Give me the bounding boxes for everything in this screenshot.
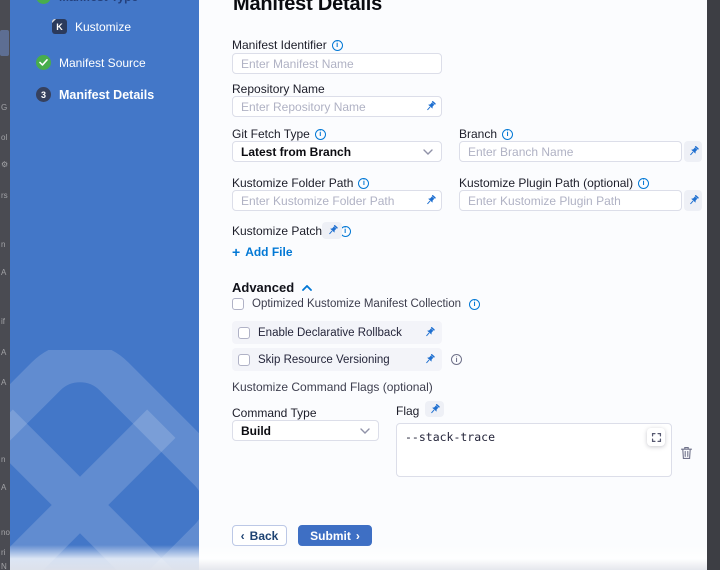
pin-icon[interactable] xyxy=(423,353,436,366)
pin-icon xyxy=(687,194,700,207)
chevron-up-icon xyxy=(302,285,312,291)
command-type-value: Build xyxy=(241,424,271,438)
pin-icon xyxy=(326,224,339,237)
pin-icon[interactable] xyxy=(423,326,436,339)
kustomize-icon: K xyxy=(52,19,67,34)
clipped-text-fragment: if xyxy=(1,317,5,326)
manifest-identifier-field xyxy=(232,53,442,74)
chevron-right-icon: › xyxy=(356,530,360,542)
step-label: Manifest Details xyxy=(59,88,154,102)
command-type-select[interactable]: Build xyxy=(232,420,379,441)
pin-icon xyxy=(687,145,700,158)
back-button[interactable]: ‹ Back xyxy=(232,525,287,546)
sidebar-step-manifest-source[interactable]: Manifest Source xyxy=(36,55,146,70)
kustomize-plugin-path-field xyxy=(459,190,682,211)
clipped-text-fragment: N xyxy=(1,562,7,570)
declarative-rollback-row: Enable Declarative Rollback xyxy=(232,321,442,344)
delete-flag-button[interactable] xyxy=(680,446,694,461)
kustomize-patches-pin-button[interactable] xyxy=(322,222,342,239)
command-type-label: Command Type xyxy=(232,406,317,420)
pin-icon xyxy=(428,403,441,416)
git-fetch-type-label: Git Fetch Type i xyxy=(232,127,326,141)
check-circle-icon xyxy=(36,55,51,70)
chevron-left-icon: ‹ xyxy=(241,530,245,542)
kustomize-folder-path-input[interactable] xyxy=(241,194,419,208)
flag-pin-button[interactable] xyxy=(425,401,444,417)
branch-pin-button[interactable] xyxy=(684,141,702,162)
step-label: Manifest Source xyxy=(59,56,146,70)
chevron-down-icon xyxy=(423,149,433,155)
flag-value: --stack-trace xyxy=(405,430,495,444)
clipped-text-fragment: ri xyxy=(1,548,5,557)
clipped-logo-fragment xyxy=(0,30,9,56)
optimized-collection-row: Optimized Kustomize Manifest Collection … xyxy=(232,298,480,310)
flag-label: Flag xyxy=(396,404,419,418)
underlying-page-left-edge: Gol ⚙ rs n Aif A An Ano ri N xyxy=(0,0,10,570)
clipped-text-fragment: ol xyxy=(1,133,7,142)
trash-icon xyxy=(680,446,693,460)
step-label: Kustomize xyxy=(75,20,131,34)
flag-textarea[interactable]: --stack-trace xyxy=(396,423,672,477)
manifest-details-panel: Manifest Details Manifest Identifier i R… xyxy=(199,0,707,570)
sidebar-step-manifest-details[interactable]: 3 Manifest Details xyxy=(36,87,154,102)
clipped-text-fragment: A xyxy=(1,348,6,357)
command-flags-label: Kustomize Command Flags (optional) xyxy=(232,380,433,394)
branch-field xyxy=(459,141,682,162)
clipped-text-fragment: A xyxy=(1,378,6,387)
submit-button[interactable]: Submit › xyxy=(298,525,372,546)
sidebar-step-manifest-type[interactable]: Manifest Type xyxy=(36,0,138,4)
kustomize-folder-path-label: Kustomize Folder Path i xyxy=(232,176,369,190)
branch-input[interactable] xyxy=(468,145,673,159)
manifest-details-page: Gol ⚙ rs n Aif A An Ano ri N Manifest Type K Kust… xyxy=(0,0,720,570)
page-title: Manifest Details xyxy=(233,0,382,16)
harness-logo-watermark xyxy=(10,350,199,570)
expand-icon xyxy=(651,432,662,443)
manifest-identifier-input[interactable] xyxy=(241,57,433,71)
info-icon[interactable]: i xyxy=(315,129,326,140)
info-icon[interactable]: i xyxy=(638,178,649,189)
pin-icon[interactable] xyxy=(424,194,437,207)
skip-versioning-checkbox[interactable] xyxy=(238,354,250,366)
step-label: Manifest Type xyxy=(59,0,138,4)
pin-icon[interactable] xyxy=(424,100,437,113)
info-icon[interactable]: i xyxy=(502,129,513,140)
chevron-down-icon xyxy=(360,428,370,434)
wizard-sidebar: Manifest Type K Kustomize Manifest Sourc… xyxy=(10,0,199,570)
clipped-text-fragment: n xyxy=(1,455,5,464)
plus-icon: + xyxy=(232,245,240,259)
info-icon[interactable]: i xyxy=(358,178,369,189)
kustomize-plugin-path-pin-button[interactable] xyxy=(684,190,702,211)
underlying-page-right-edge xyxy=(707,0,720,570)
clipped-text-fragment: G xyxy=(1,103,7,112)
clipped-text-fragment: A xyxy=(1,483,6,492)
clipped-text-fragment: no xyxy=(1,528,10,537)
info-icon[interactable]: i xyxy=(469,299,480,310)
kustomize-plugin-path-label: Kustomize Plugin Path (optional) i xyxy=(459,176,649,190)
expand-button[interactable] xyxy=(647,428,665,446)
clipped-text-fragment: ⚙ xyxy=(1,160,8,169)
check-circle-icon xyxy=(36,0,51,4)
clipped-text-fragment: n xyxy=(1,240,5,249)
add-file-link[interactable]: + Add File xyxy=(232,245,293,259)
manifest-identifier-label: Manifest Identifier i xyxy=(232,38,343,52)
sidebar-step-kustomize[interactable]: K Kustomize xyxy=(52,19,131,34)
declarative-rollback-checkbox[interactable] xyxy=(238,327,250,339)
branch-label: Branch i xyxy=(459,127,513,141)
clipped-text-fragment: A xyxy=(1,268,6,277)
git-fetch-type-select[interactable]: Latest from Branch xyxy=(232,141,442,162)
repository-name-label: Repository Name xyxy=(232,82,325,96)
kustomize-folder-path-field xyxy=(232,190,442,211)
git-fetch-type-value: Latest from Branch xyxy=(241,145,351,159)
info-icon[interactable]: i xyxy=(451,354,462,365)
clipped-text-fragment: rs xyxy=(1,191,8,200)
skip-versioning-row: Skip Resource Versioning xyxy=(232,348,442,371)
repository-name-field xyxy=(232,96,442,117)
info-icon[interactable]: i xyxy=(332,40,343,51)
kustomize-plugin-path-input[interactable] xyxy=(468,194,673,208)
repository-name-input[interactable] xyxy=(241,100,419,114)
advanced-section-toggle[interactable]: Advanced xyxy=(232,280,312,295)
step-number-badge: 3 xyxy=(36,87,51,102)
optimized-collection-checkbox[interactable] xyxy=(232,298,244,310)
